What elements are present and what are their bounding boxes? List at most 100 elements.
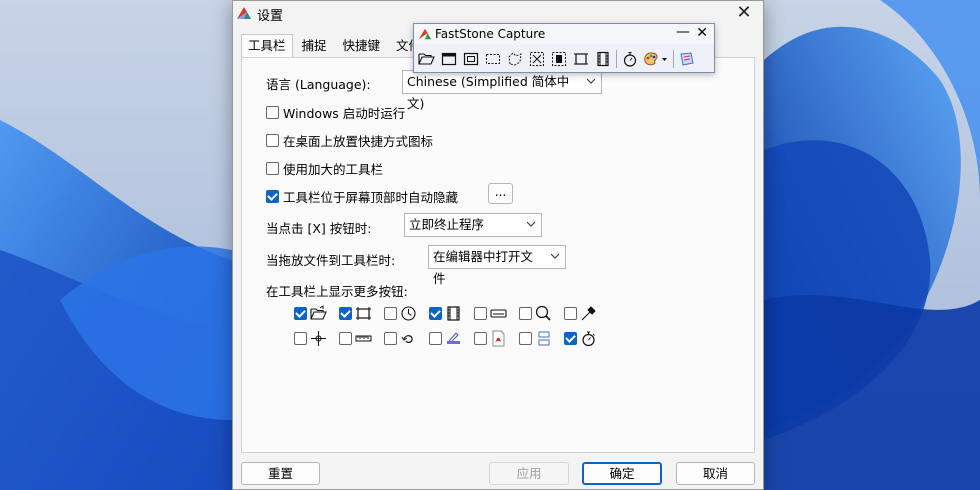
faststone-capture-toolbar: FastStone Capture — ✕ <box>413 23 715 73</box>
capture-fullscreen-icon[interactable] <box>526 48 548 70</box>
tab-strip: 工具栏 捕捉 快捷键 文件 <box>241 34 430 59</box>
startup-label: Windows 启动时运行 <box>283 106 406 121</box>
tab-toolbar[interactable]: 工具栏 <box>241 34 293 59</box>
extra-scanner[interactable] <box>429 330 462 347</box>
on-drop-value: 在编辑器中打开文件 <box>433 249 534 286</box>
extra-combine-images[interactable] <box>519 330 552 347</box>
chevron-down-icon <box>527 221 535 227</box>
cancel-button[interactable]: 取消 <box>676 462 755 485</box>
output-palette-icon[interactable] <box>641 48 671 70</box>
extra-film-strip-checkbox[interactable] <box>429 307 442 320</box>
extra-screen-ruler[interactable] <box>474 305 507 322</box>
large-toolbar-checkbox[interactable] <box>266 162 279 175</box>
on-drop-label: 当拖放文件到工具栏时: <box>266 253 396 268</box>
option-auto-hide[interactable]: 工具栏位于屏幕顶部时自动隐藏 <box>266 187 458 206</box>
on-drop-row: 当拖放文件到工具栏时: <box>266 250 395 269</box>
extra-delay-clock[interactable] <box>384 305 417 322</box>
crosshair-icon <box>311 331 326 346</box>
extra-pdf[interactable] <box>474 330 507 347</box>
language-select[interactable]: Chinese (Simplified 简体中文) <box>402 70 602 111</box>
faststone-tool-row <box>416 48 698 70</box>
extra-color-picker[interactable] <box>564 305 597 322</box>
tab-capture[interactable]: 捕捉 <box>295 34 334 57</box>
extra-crosshair[interactable] <box>294 330 327 347</box>
extra-screen-ruler-checkbox[interactable] <box>474 307 487 320</box>
extra-open-folder-checkbox[interactable] <box>294 307 307 320</box>
screen-ruler-icon <box>490 309 507 318</box>
settings-icon[interactable] <box>676 48 698 70</box>
extra-crosshair-checkbox[interactable] <box>294 332 307 345</box>
minimize-icon[interactable]: — <box>676 24 690 40</box>
capture-rectangle-icon[interactable] <box>482 48 504 70</box>
on-close-select[interactable]: 立即终止程序 <box>404 213 542 237</box>
desktop-shortcut-checkbox[interactable] <box>266 134 279 147</box>
extra-film-strip[interactable] <box>429 305 462 322</box>
faststone-close-icon[interactable]: ✕ <box>696 25 708 41</box>
extra-fixed-region-checkbox[interactable] <box>339 307 352 320</box>
delay-timer-icon[interactable] <box>619 48 641 70</box>
extra-open-folder[interactable] <box>294 305 327 322</box>
capture-freehand-icon[interactable] <box>504 48 526 70</box>
extra-timer-checkbox[interactable] <box>564 332 577 345</box>
extra-pdf-checkbox[interactable] <box>474 332 487 345</box>
undo-arrow-icon <box>401 335 413 343</box>
extra-ruler-checkbox[interactable] <box>339 332 352 345</box>
on-close-value: 立即终止程序 <box>409 217 485 232</box>
color-picker-icon <box>581 306 596 321</box>
settings-dialog: 设置 ✕ 工具栏 捕捉 快捷键 文件 语言 (Language): Chines… <box>232 0 764 490</box>
chevron-down-icon <box>587 78 595 84</box>
on-close-label: 当点击 [X] 按钮时: <box>266 221 372 236</box>
open-folder-icon <box>310 305 327 320</box>
capture-scrolling-icon[interactable] <box>548 48 570 70</box>
magnifier-icon <box>535 305 551 321</box>
language-row: 语言 (Language): <box>266 74 371 93</box>
extra-ruler[interactable] <box>339 330 372 347</box>
extra-undo-arrow-checkbox[interactable] <box>384 332 397 345</box>
extra-undo-arrow[interactable] <box>384 330 417 347</box>
faststone-logo-icon <box>237 7 251 19</box>
auto-hide-options-button[interactable]: ... <box>488 183 513 204</box>
extra-scanner-checkbox[interactable] <box>429 332 442 345</box>
toolbar-separator <box>673 50 674 68</box>
extra-fixed-region[interactable] <box>339 305 372 322</box>
pdf-icon <box>492 330 505 347</box>
option-desktop-shortcut[interactable]: 在桌面上放置快捷方式图标 <box>266 131 433 150</box>
close-button[interactable]: ✕ <box>733 2 755 24</box>
open-folder-icon[interactable] <box>416 48 438 70</box>
on-close-row: 当点击 [X] 按钮时: <box>266 218 371 237</box>
extra-magnifier-checkbox[interactable] <box>519 307 532 320</box>
screen-recorder-icon[interactable] <box>592 48 614 70</box>
on-drop-select[interactable]: 在编辑器中打开文件 <box>428 245 566 286</box>
extra-magnifier[interactable] <box>519 305 552 322</box>
option-large-toolbar[interactable]: 使用加大的工具栏 <box>266 159 383 178</box>
capture-object-icon[interactable] <box>460 48 482 70</box>
capture-fixed-region-icon[interactable] <box>570 48 592 70</box>
extra-timer[interactable] <box>564 330 597 347</box>
option-startup[interactable]: Windows 启动时运行 <box>266 103 405 122</box>
extra-color-picker-checkbox[interactable] <box>564 307 577 320</box>
capture-window-icon[interactable] <box>438 48 460 70</box>
ok-button[interactable]: 确定 <box>582 462 662 485</box>
extra-delay-clock-checkbox[interactable] <box>384 307 397 320</box>
desktop-shortcut-label: 在桌面上放置快捷方式图标 <box>283 134 434 149</box>
apply-button[interactable]: 应用 <box>489 462 569 485</box>
chevron-down-icon <box>551 253 559 259</box>
film-strip-icon <box>447 306 460 321</box>
reset-button[interactable]: 重置 <box>241 462 320 485</box>
dialog-title: 设置 <box>257 9 284 24</box>
toolbar-separator <box>616 50 617 68</box>
timer-icon <box>582 331 595 347</box>
delay-clock-icon <box>401 306 416 321</box>
tab-hotkeys[interactable]: 快捷键 <box>336 34 388 57</box>
title-bar[interactable]: 设置 ✕ <box>233 1 763 25</box>
startup-checkbox[interactable] <box>266 106 279 119</box>
extra-combine-images-checkbox[interactable] <box>519 332 532 345</box>
faststone-title-bar[interactable]: FastStone Capture — ✕ <box>414 24 714 44</box>
auto-hide-label: 工具栏位于屏幕顶部时自动隐藏 <box>283 190 459 205</box>
faststone-title: FastStone Capture <box>435 27 546 41</box>
large-toolbar-label: 使用加大的工具栏 <box>283 162 384 177</box>
auto-hide-checkbox[interactable] <box>266 190 279 203</box>
fixed-region-icon <box>356 307 371 320</box>
faststone-logo-icon <box>418 28 432 40</box>
language-value: Chinese (Simplified 简体中文) <box>407 74 570 111</box>
